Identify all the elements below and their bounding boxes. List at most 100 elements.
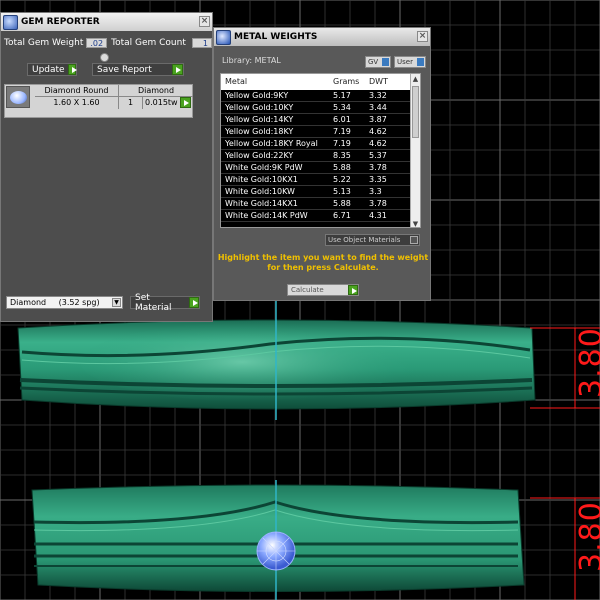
- total-gem-count-field: 1: [191, 38, 212, 48]
- gem-reporter-panel[interactable]: GEM REPORTER × Total Gem Weight .02 Tota…: [0, 12, 213, 322]
- metal-cell-grams: 7.19: [333, 139, 351, 148]
- metal-table-row[interactable]: Yellow Gold:18KY 7.19 4.62: [221, 126, 411, 138]
- metal-cell-grams: 6.71: [333, 211, 351, 220]
- calculate-label: Calculate: [291, 286, 324, 294]
- metal-cell-metal: White Gold:10KW: [225, 187, 295, 196]
- metal-cell-metal: Yellow Gold:9KY: [225, 91, 289, 100]
- metal-table-row[interactable]: Yellow Gold:10KY 5.34 3.44: [221, 102, 411, 114]
- metal-cell-dwt: 3.87: [369, 115, 387, 124]
- metal-table-row[interactable]: Yellow Gold:14KY 6.01 3.87: [221, 114, 411, 126]
- calculate-hint: Highlight the item you want to find the …: [214, 253, 432, 273]
- total-gem-count-label: Total Gem Count: [111, 38, 186, 48]
- gem-weight-cell: 0.015tw: [145, 98, 178, 107]
- gv-label: GV: [368, 58, 379, 66]
- metal-cell-dwt: 3.78: [369, 163, 387, 172]
- column-grams: Grams: [333, 77, 360, 86]
- play-arrow-icon[interactable]: [180, 97, 191, 108]
- use-object-materials-label: Use Object Materials: [328, 236, 401, 244]
- metal-cell-grams: 7.19: [333, 127, 351, 136]
- scroll-thumb[interactable]: [412, 86, 419, 138]
- set-material-button[interactable]: Set Material: [130, 293, 200, 313]
- user-label: User: [397, 58, 413, 66]
- metal-table-row[interactable]: Yellow Gold:18KY Royal 7.19 4.62: [221, 138, 411, 150]
- metal-cell-metal: White Gold:9K PdW: [225, 163, 303, 172]
- metal-cell-dwt: 3.44: [369, 103, 387, 112]
- update-label: Update: [32, 64, 65, 75]
- metal-cell-metal: Yellow Gold:14KY: [225, 115, 294, 124]
- close-icon[interactable]: ×: [417, 31, 428, 42]
- metal-cell-metal: White Gold:14KX1: [225, 199, 298, 208]
- metal-table-row[interactable]: Yellow Gold:22KY 8.35 5.37: [221, 150, 411, 162]
- diamond-gem[interactable]: [256, 531, 296, 571]
- metal-weights-title: METAL WEIGHTS: [234, 32, 318, 42]
- save-report-button[interactable]: Save Report: [92, 63, 184, 76]
- library-label: Library: METAL: [222, 56, 281, 65]
- metal-table-row[interactable]: White Gold:14KX1 5.88 3.78: [221, 198, 411, 210]
- material-spg: (3.52 spg): [58, 298, 100, 307]
- play-arrow-icon: [67, 64, 78, 75]
- play-arrow-icon: [188, 297, 199, 308]
- hint-line-1: Highlight the item you want to find the …: [217, 253, 429, 262]
- metal-table-row[interactable]: Yellow Gold:9KY 5.17 3.32: [221, 90, 411, 102]
- metal-cell-grams: 5.17: [333, 91, 351, 100]
- metal-cell-dwt: 4.31: [369, 211, 387, 220]
- metal-cell-dwt: 4.62: [369, 139, 387, 148]
- update-button[interactable]: Update: [27, 63, 78, 76]
- metal-table-row[interactable]: White Gold:10KW 5.13 3.3: [221, 186, 411, 198]
- metal-cell-grams: 5.22: [333, 175, 351, 184]
- metal-cell-dwt: 3.78: [369, 199, 387, 208]
- dimension-lines: [530, 327, 600, 600]
- metal-table[interactable]: Metal Grams DWT Yellow Gold:9KY 5.17 3.32 Y…: [220, 73, 421, 228]
- metal-cell-metal: White Gold:10KX1: [225, 175, 298, 184]
- metal-cell-dwt: 4.62: [369, 127, 387, 136]
- user-toggle[interactable]: User: [394, 56, 426, 68]
- metal-table-scrollbar[interactable]: ▲ ▼: [410, 74, 420, 227]
- calculate-button[interactable]: Calculate: [287, 284, 359, 296]
- metal-cell-dwt: 3.32: [369, 91, 387, 100]
- metal-cell-dwt: 3.35: [369, 175, 387, 184]
- metal-weights-panel[interactable]: METAL WEIGHTS × Library: METAL GV User M…: [213, 27, 431, 301]
- metal-cell-grams: 5.88: [333, 163, 351, 172]
- close-icon[interactable]: ×: [199, 16, 210, 27]
- gem-table[interactable]: Diamond Round Diamond 1.60 X 1.60 1 0.01…: [4, 84, 193, 118]
- collapse-toggle-icon[interactable]: [100, 53, 109, 62]
- play-arrow-icon: [348, 285, 358, 295]
- metal-weights-titlebar[interactable]: METAL WEIGHTS ×: [214, 28, 430, 46]
- checkbox-icon: [410, 236, 418, 244]
- metal-weights-icon: [216, 29, 231, 45]
- metal-table-row[interactable]: White Gold:10KX1 5.22 3.35: [221, 174, 411, 186]
- ring-band-front-view[interactable]: [0, 480, 600, 600]
- metal-cell-grams: 5.88: [333, 199, 351, 208]
- metal-cell-grams: 5.13: [333, 187, 351, 196]
- metal-table-row[interactable]: White Gold:14K PdW 6.71 4.31: [221, 210, 411, 222]
- material-dropdown[interactable]: Diamond (3.52 spg) ▼: [6, 296, 123, 309]
- set-material-label: Set Material: [135, 292, 172, 313]
- chevron-down-icon: ▼: [112, 298, 121, 307]
- metal-cell-metal: Yellow Gold:22KY: [225, 151, 294, 160]
- column-metal: Metal: [225, 77, 248, 86]
- metal-table-row[interactable]: White Gold:9K PdW 5.88 3.78: [221, 162, 411, 174]
- gem-reporter-title: GEM REPORTER: [21, 17, 100, 27]
- gem-table-header-material: Diamond: [119, 85, 193, 97]
- metal-cell-metal: Yellow Gold:18KY: [225, 127, 294, 136]
- scroll-down-icon[interactable]: ▼: [412, 220, 419, 227]
- metal-cell-grams: 6.01: [333, 115, 351, 124]
- material-value: Diamond: [10, 298, 47, 307]
- metal-cell-metal: White Gold:14K PdW: [225, 211, 308, 220]
- gem-reporter-titlebar[interactable]: GEM REPORTER ×: [1, 13, 212, 31]
- metal-cell-dwt: 5.37: [369, 151, 387, 160]
- save-report-label: Save Report: [97, 64, 152, 75]
- metal-cell-grams: 5.34: [333, 103, 351, 112]
- gem-count-cell: 1: [119, 97, 143, 109]
- hint-line-2: for then press Calculate.: [267, 263, 379, 272]
- diamond-round-icon: [6, 86, 30, 108]
- metal-cell-metal: Yellow Gold:18KY Royal: [225, 139, 318, 148]
- gem-size-cell: 1.60 X 1.60: [35, 97, 119, 109]
- metal-cell-grams: 8.35: [333, 151, 351, 160]
- scroll-up-icon[interactable]: ▲: [412, 75, 419, 83]
- metal-cell-metal: Yellow Gold:10KY: [225, 103, 294, 112]
- use-object-materials-checkbox[interactable]: Use Object Materials: [325, 234, 420, 246]
- gem-table-header-shape: Diamond Round: [35, 85, 119, 97]
- gv-toggle[interactable]: GV: [365, 56, 391, 68]
- play-arrow-icon: [172, 64, 183, 75]
